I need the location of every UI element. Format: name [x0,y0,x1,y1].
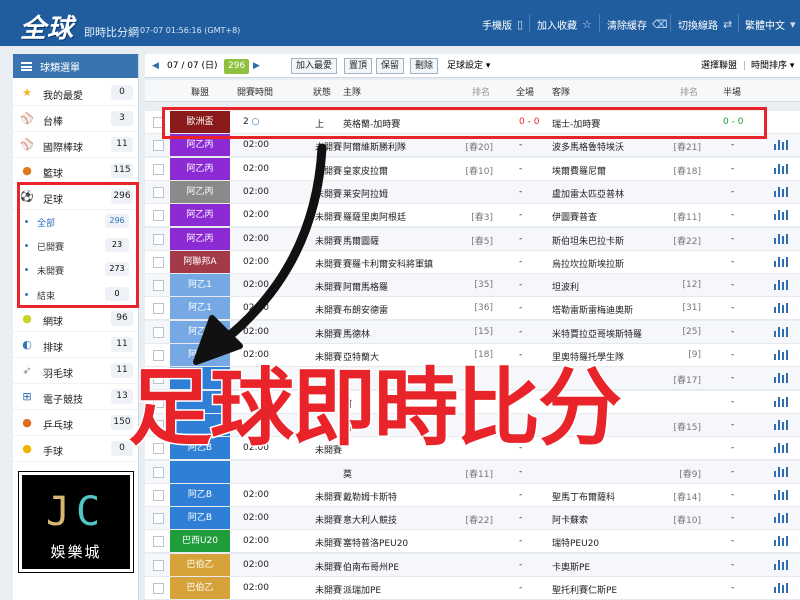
logo-letter-j: J [45,489,76,535]
logo-name: 娛樂城 [50,543,102,561]
logo-letter-c: C [76,489,107,535]
jc-monogram: JC [22,489,130,535]
jc-casino-logo: JC 娛樂城 [18,471,134,573]
arrow-head [193,315,243,365]
overlay-headline: 足球即時比分 [126,358,623,459]
page: 全球 即時比分網 07-07 01:56:16 (GMT+8) 手機版 ▯ 加入… [0,0,800,600]
arrow-shaft [213,143,327,350]
